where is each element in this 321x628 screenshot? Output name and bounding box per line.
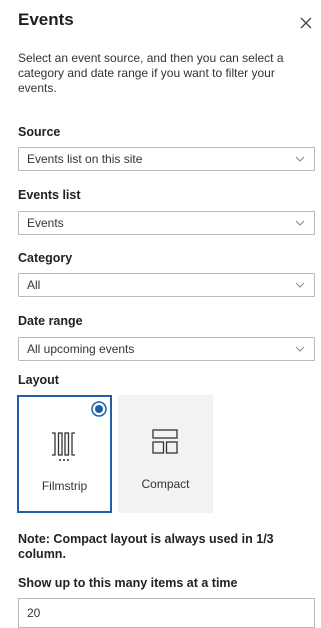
radio-selected-icon	[91, 401, 107, 417]
chevron-down-icon	[295, 156, 305, 162]
source-dropdown[interactable]: Events list on this site	[18, 147, 315, 171]
date-range-label: Date range	[18, 314, 83, 328]
compact-icon	[152, 429, 178, 454]
chevron-down-icon	[295, 282, 305, 288]
layout-option-filmstrip[interactable]: Filmstrip	[17, 395, 112, 513]
compact-option-label: Compact	[141, 477, 190, 491]
layout-note: Note: Compact layout is always used in 1…	[18, 532, 274, 561]
events-property-pane: Events Select an event source, and then …	[0, 0, 321, 628]
close-icon[interactable]	[299, 16, 313, 30]
items-count-input[interactable]	[18, 598, 315, 628]
source-value: Events list on this site	[27, 152, 143, 166]
filmstrip-icon	[52, 432, 75, 461]
layout-label: Layout	[18, 373, 59, 387]
category-value: All	[27, 278, 41, 292]
pane-description: Select an event source, and then you can…	[18, 51, 284, 95]
layout-option-compact[interactable]: Compact	[118, 395, 213, 513]
source-label: Source	[18, 125, 61, 139]
filmstrip-option-label: Filmstrip	[41, 479, 88, 493]
chevron-down-icon	[295, 346, 305, 352]
events-list-label: Events list	[18, 188, 81, 202]
date-range-dropdown[interactable]: All upcoming events	[18, 337, 315, 361]
items-count-label: Show up to this many items at a time	[18, 576, 238, 590]
chevron-down-icon	[295, 220, 305, 226]
date-range-value: All upcoming events	[27, 342, 135, 356]
category-dropdown[interactable]: All	[18, 273, 315, 297]
events-list-value: Events	[27, 216, 64, 230]
pane-title: Events	[18, 10, 74, 29]
events-list-dropdown[interactable]: Events	[18, 211, 315, 235]
category-label: Category	[18, 251, 73, 265]
